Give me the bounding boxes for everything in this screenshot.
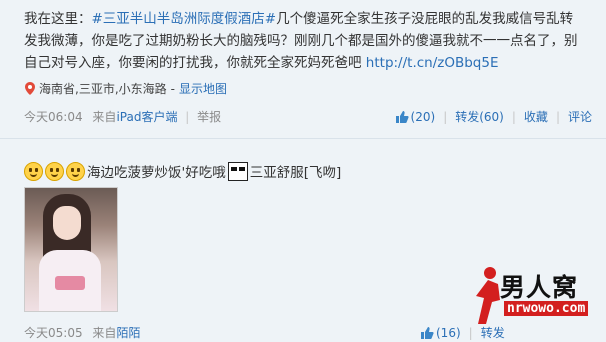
post-actions: (20) | 转发(60) | 收藏 | 评论	[395, 108, 592, 125]
post-prefix: 我在这里：	[24, 11, 92, 27]
comment-button[interactable]: 评论	[568, 108, 592, 125]
location-pin-icon	[25, 82, 35, 95]
post-text-b: 三亚舒服[飞吻]	[249, 165, 342, 181]
smile-emoji-icon	[24, 161, 43, 181]
source-prefix: 来自	[92, 326, 117, 340]
post-time-link[interactable]: 今天05:05	[24, 326, 83, 340]
smile-emoji-icon	[45, 161, 64, 181]
watermark-name: 男人窝	[500, 273, 579, 302]
post-text: 我在这里：#三亚半山半岛洲际度假酒店#几个傻逼死全家生孩子没屁眼的乱发我威信号乱…	[24, 8, 584, 74]
post-time-link[interactable]: 今天06:04	[24, 110, 83, 124]
like-count[interactable]: (16)	[436, 326, 461, 340]
favorite-button[interactable]: 收藏	[524, 108, 548, 125]
separator: |	[443, 109, 448, 124]
short-url-link[interactable]: http://t.cn/zOBbq5E	[366, 55, 499, 71]
source-prefix: 来自	[92, 110, 117, 124]
post-text: 海边吃菠萝炒饭'好吃哦 三亚舒服[飞吻]	[24, 161, 341, 181]
show-map-link[interactable]: 显示地图	[179, 80, 227, 97]
location-text: 海南省,三亚市,小东海路	[39, 82, 167, 96]
separator: |	[511, 109, 516, 124]
separator: |	[555, 109, 560, 124]
post-meta: 今天05:05 来自陌陌	[24, 324, 140, 341]
location-separator: -	[170, 81, 175, 96]
separator: |	[185, 110, 190, 124]
thumbs-up-icon[interactable]	[395, 110, 409, 124]
post-meta: 今天06:04 来自iPad客户端 | 举报	[24, 108, 221, 125]
weibo-post-1: 我在这里：#三亚半山半岛洲际度假酒店#几个傻逼死全家生孩子没屁眼的乱发我威信号乱…	[0, 0, 606, 138]
topic-link[interactable]: #三亚半山半岛洲际度假酒店#	[92, 11, 277, 27]
location-row: 海南省,三亚市,小东海路 - 显示地图	[25, 80, 227, 97]
watermark-url: nrwowo.com	[504, 301, 589, 316]
post-text-a: 海边吃菠萝炒饭'好吃哦	[87, 165, 226, 181]
smile-emoji-icon	[66, 161, 85, 181]
post-photo-thumbnail[interactable]	[24, 187, 118, 312]
repost-button[interactable]: 转发(60)	[455, 108, 504, 125]
thumbs-up-icon[interactable]	[420, 326, 434, 340]
running-figure-icon	[476, 267, 500, 324]
site-watermark-logo: 男人窝 nrwowo.com	[470, 264, 606, 342]
source-link[interactable]: iPad客户端	[116, 110, 177, 124]
source-link[interactable]: 陌陌	[116, 326, 140, 340]
mask-face-emoji-icon	[227, 161, 248, 181]
like-count[interactable]: (20)	[411, 110, 436, 124]
report-link[interactable]: 举报	[197, 110, 221, 124]
